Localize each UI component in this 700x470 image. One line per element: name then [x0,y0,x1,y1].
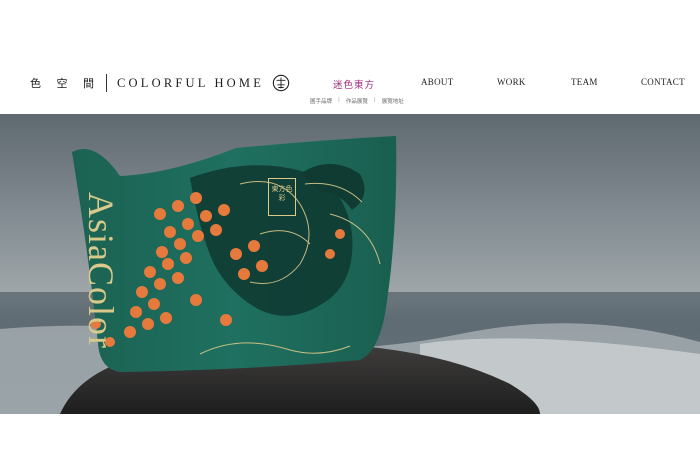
nav-item-team[interactable]: TEAM [571,77,598,87]
subnav-separator: | [373,97,376,103]
sub-navigation: 圖手品牌 | 作品展覽 | 展覽地址 [310,97,404,105]
subnav-item[interactable]: 圖手品牌 [310,97,332,105]
nav-item-about[interactable]: ABOUT [421,77,454,87]
nav-item-contact[interactable]: CONTACT [641,77,685,87]
subnav-separator: | [338,97,340,103]
brand-divider [106,74,107,92]
brand-logo[interactable]: 色 空 間 COLORFUL HOME [30,72,290,94]
subnav-item[interactable]: 展覽地址 [382,97,404,105]
nav-item-active[interactable]: 迷色東方 [333,77,375,91]
brand-name-en: COLORFUL HOME [117,75,265,90]
brand-name-cn: 色 空 間 [30,77,100,90]
bag-seal-icon: 東方色彩 [268,178,296,216]
bag-brand-text: AsiaColor [81,192,121,349]
subnav-item[interactable]: 作品展覽 [346,97,368,105]
brand-seal-icon [272,74,290,92]
nav-item-work[interactable]: WORK [497,77,526,87]
hero-banner: AsiaColor 東方色彩 [0,114,700,414]
